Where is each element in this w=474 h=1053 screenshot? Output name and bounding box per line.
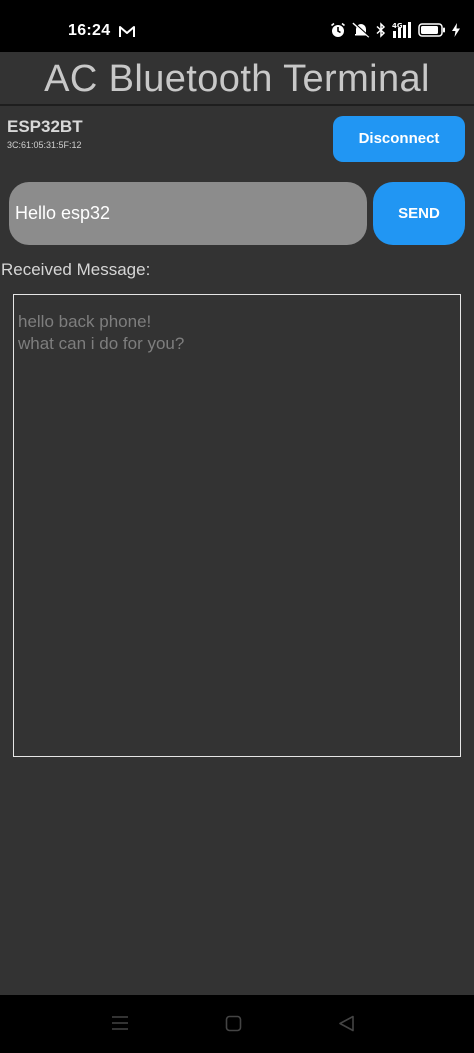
- disconnect-button[interactable]: Disconnect: [333, 116, 465, 162]
- status-icons: 4G: [330, 20, 460, 40]
- battery-icon: [418, 23, 446, 37]
- received-message-label: Received Message:: [1, 260, 151, 279]
- status-time: 16:24: [68, 22, 111, 39]
- status-bar: 16:24 4G: [0, 0, 474, 52]
- received-message-box[interactable]: hello back phone! what can i do for you?: [13, 294, 461, 757]
- app-bar: AC Bluetooth Terminal: [0, 52, 474, 106]
- alarm-icon: [330, 22, 346, 38]
- send-button[interactable]: SEND: [373, 182, 465, 245]
- signal-icon: 4G: [392, 21, 412, 39]
- received-line: what can i do for you?: [18, 334, 185, 353]
- device-name: ESP32BT: [7, 117, 83, 136]
- mute-icon: [352, 22, 370, 38]
- navigation-bar: [0, 995, 474, 1053]
- svg-text:4G: 4G: [392, 22, 403, 30]
- gmail-icon: [119, 25, 135, 38]
- received-line: hello back phone!: [18, 312, 152, 331]
- bluetooth-icon: [376, 22, 386, 38]
- device-mac-address: 3C:61:05:31:5F:12: [7, 140, 82, 150]
- menu-icon[interactable]: [111, 1015, 129, 1036]
- app-title: AC Bluetooth Terminal: [44, 58, 430, 100]
- charging-icon: [452, 23, 460, 37]
- message-input[interactable]: [9, 182, 367, 245]
- back-icon[interactable]: [338, 1015, 355, 1037]
- home-icon[interactable]: [225, 1015, 242, 1037]
